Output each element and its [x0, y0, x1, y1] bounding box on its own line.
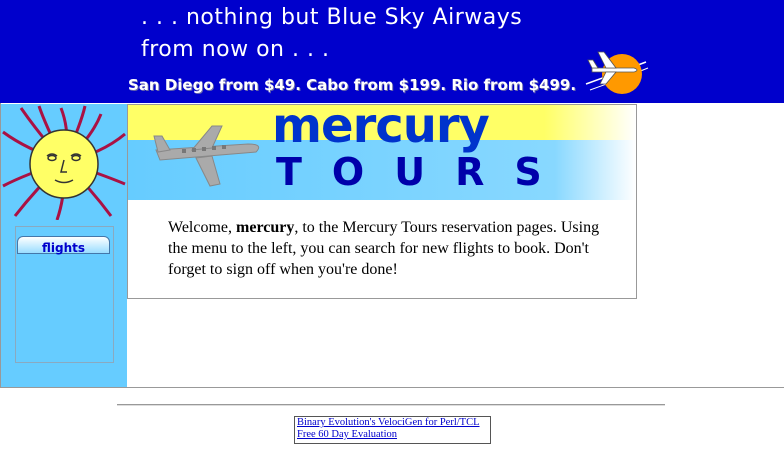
banner-headline: . . . nothing but Blue Sky Airways — [141, 5, 523, 30]
footer-ad-link-evaluation[interactable]: Free 60 Day Evaluation — [295, 429, 490, 441]
footer-ad-link-velocigen[interactable]: Binary Evolution's VelociGen for Perl/TC… — [295, 417, 490, 429]
nav-item-flights[interactable]: flights — [17, 236, 110, 255]
welcome-username: mercury — [236, 219, 295, 236]
welcome-message: Welcome, mercury, to the Mercury Tours r… — [168, 217, 608, 280]
logo-mercury-text: mercury — [272, 98, 490, 154]
banner-prices: San Diego from $49. Cabo from $199. Rio … — [128, 76, 577, 94]
airplane-icon — [153, 125, 260, 187]
welcome-prefix: Welcome, — [168, 219, 237, 236]
sun-face-icon — [1, 104, 127, 220]
nav-item-flights-label[interactable]: flights — [42, 241, 85, 255]
footer-divider — [117, 404, 665, 406]
banner-subheadline: from now on . . . — [141, 37, 330, 62]
airplane-sun-icon — [585, 51, 649, 94]
footer-ad-box: Binary Evolution's VelociGen for Perl/TC… — [294, 416, 491, 444]
logo-tours-text: TOURS — [276, 150, 572, 194]
